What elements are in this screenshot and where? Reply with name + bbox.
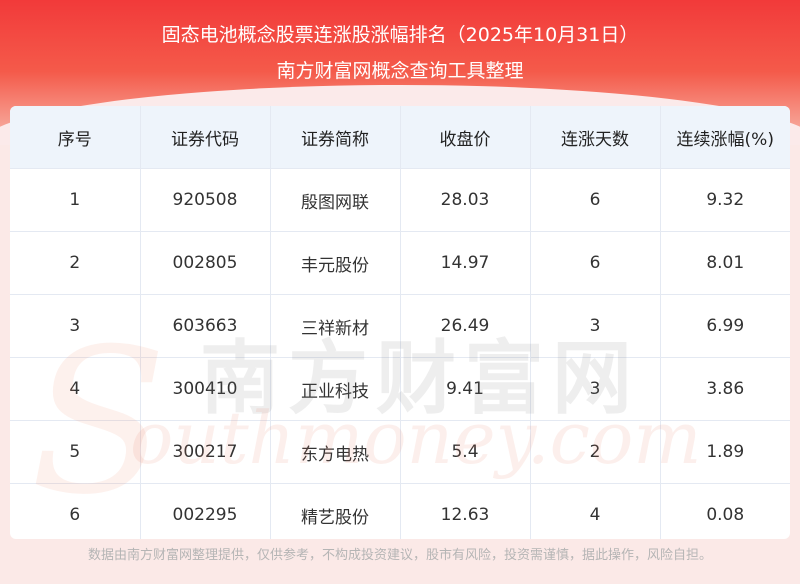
cell-up-days: 6 <box>530 231 661 295</box>
cell-index: 3 <box>10 294 141 358</box>
cell-index: 1 <box>10 168 141 232</box>
table-header-row: 序号 证券代码 证券简称 收盘价 连涨天数 连续涨幅(%) <box>10 106 790 169</box>
cell-index: 5 <box>10 420 141 484</box>
cell-close-price: 9.41 <box>400 357 531 421</box>
cell-code: 002805 <box>140 231 271 295</box>
column-header-close-price: 收盘价 <box>400 106 531 169</box>
cell-code: 920508 <box>140 168 271 232</box>
cell-code: 300217 <box>140 420 271 484</box>
table-row: 5 300217 东方电热 5.4 2 1.89 <box>10 420 790 484</box>
cell-name: 正业科技 <box>270 357 401 421</box>
disclaimer-footer: 数据由南方财富网整理提供，仅供参考，不构成投资建议，股市有风险，投资需谨慎，据此… <box>87 548 712 563</box>
table-row: 2 002805 丰元股份 14.97 6 8.01 <box>10 231 790 295</box>
cell-name: 精艺股份 <box>270 483 401 539</box>
cell-gain: 9.32 <box>660 168 790 232</box>
cell-gain: 6.99 <box>660 294 790 358</box>
ranking-table-container: 序号 证券代码 证券简称 收盘价 连涨天数 连续涨幅(%) 1 920508 殷… <box>10 106 790 539</box>
cell-code: 603663 <box>140 294 271 358</box>
table-row: 6 002295 精艺股份 12.63 4 0.08 <box>10 483 790 539</box>
cell-up-days: 4 <box>530 483 661 539</box>
cell-name: 殷图网联 <box>270 168 401 232</box>
page-subtitle: 南方财富网概念查询工具整理 <box>276 60 524 82</box>
column-header-name: 证券简称 <box>270 106 401 169</box>
cell-name: 东方电热 <box>270 420 401 484</box>
cell-gain: 0.08 <box>706 505 745 525</box>
cell-up-days: 3 <box>530 294 661 358</box>
cell-index: 4 <box>10 357 141 421</box>
cell-up-days: 2 <box>530 420 661 484</box>
cell-up-days: 6 <box>530 168 661 232</box>
column-header-gain: 连续涨幅(%) <box>660 106 790 169</box>
cell-index: 6 <box>10 483 141 539</box>
cell-gain: 3.86 <box>660 357 790 421</box>
cell-up-days: 3 <box>530 357 661 421</box>
column-header-code: 证券代码 <box>140 106 271 169</box>
cell-gain: 8.01 <box>660 231 790 295</box>
column-header-index: 序号 <box>10 106 141 169</box>
table-row: 3 603663 三祥新材 26.49 3 6.99 <box>10 294 790 358</box>
table-row: 4 300410 正业科技 9.41 3 3.86 <box>10 357 790 421</box>
cell-index: 2 <box>10 231 141 295</box>
column-header-up-days: 连涨天数 <box>530 106 661 169</box>
table-row: 1 920508 殷图网联 28.03 6 9.32 <box>10 168 790 232</box>
cell-name: 三祥新材 <box>270 294 401 358</box>
cell-close-price: 28.03 <box>400 168 531 232</box>
cell-close-price: 14.97 <box>400 231 531 295</box>
cell-close-price: 5.4 <box>400 420 531 484</box>
cell-code: 300410 <box>140 357 271 421</box>
cell-code: 002295 <box>140 483 271 539</box>
cell-close-price: 12.63 <box>400 483 531 539</box>
cell-close-price: 26.49 <box>400 294 531 358</box>
ranking-table: 序号 证券代码 证券简称 收盘价 连涨天数 连续涨幅(%) 1 920508 殷… <box>10 106 790 539</box>
page-title: 固态电池概念股票连涨股涨幅排名（2025年10月31日） <box>161 24 639 46</box>
cell-name: 丰元股份 <box>270 231 401 295</box>
cell-gain: 1.89 <box>660 420 790 484</box>
